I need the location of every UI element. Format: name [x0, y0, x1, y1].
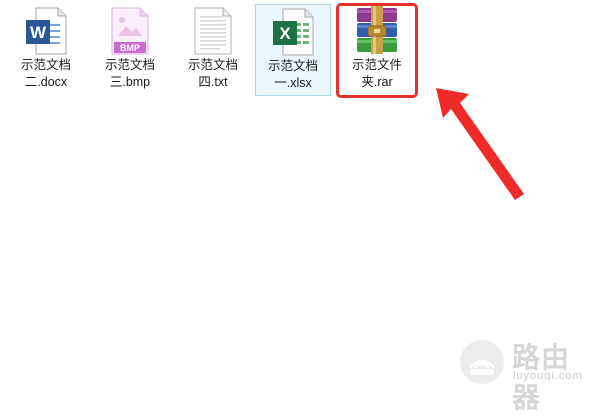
- router-logo-icon: [460, 340, 504, 384]
- watermark: 路由器 luyouqi.com: [458, 336, 594, 413]
- watermark-url: luyouqi.com: [513, 370, 583, 382]
